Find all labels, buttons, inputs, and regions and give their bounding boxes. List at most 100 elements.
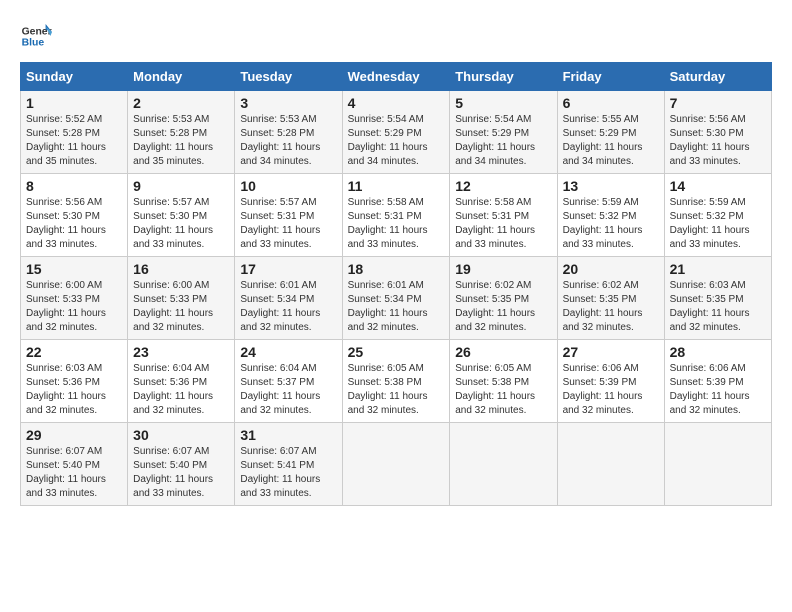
calendar-cell: 4 Sunrise: 5:54 AM Sunset: 5:29 PM Dayli… (342, 91, 450, 174)
header-friday: Friday (557, 63, 664, 91)
day-info: Sunrise: 5:59 AM Sunset: 5:32 PM Dayligh… (670, 196, 766, 252)
day-number: 9 (133, 178, 229, 194)
week-row-1: 1 Sunrise: 5:52 AM Sunset: 5:28 PM Dayli… (21, 91, 772, 174)
day-number: 15 (26, 261, 122, 277)
day-info: Sunrise: 6:02 AM Sunset: 5:35 PM Dayligh… (563, 279, 659, 335)
day-number: 27 (563, 344, 659, 360)
day-number: 1 (26, 95, 122, 111)
day-number: 12 (455, 178, 551, 194)
day-number: 29 (26, 427, 122, 443)
day-info: Sunrise: 6:03 AM Sunset: 5:36 PM Dayligh… (26, 362, 122, 418)
day-number: 19 (455, 261, 551, 277)
week-row-2: 8 Sunrise: 5:56 AM Sunset: 5:30 PM Dayli… (21, 174, 772, 257)
day-info: Sunrise: 5:52 AM Sunset: 5:28 PM Dayligh… (26, 113, 122, 169)
calendar-cell: 29 Sunrise: 6:07 AM Sunset: 5:40 PM Dayl… (21, 423, 128, 506)
day-number: 16 (133, 261, 229, 277)
calendar-cell (557, 423, 664, 506)
day-info: Sunrise: 6:06 AM Sunset: 5:39 PM Dayligh… (670, 362, 766, 418)
calendar-cell: 13 Sunrise: 5:59 AM Sunset: 5:32 PM Dayl… (557, 174, 664, 257)
day-number: 24 (240, 344, 336, 360)
svg-text:Blue: Blue (22, 38, 45, 49)
calendar-cell (342, 423, 450, 506)
day-info: Sunrise: 5:54 AM Sunset: 5:29 PM Dayligh… (455, 113, 551, 169)
calendar-cell: 18 Sunrise: 6:01 AM Sunset: 5:34 PM Dayl… (342, 257, 450, 340)
day-info: Sunrise: 6:07 AM Sunset: 5:41 PM Dayligh… (240, 445, 336, 501)
day-info: Sunrise: 5:56 AM Sunset: 5:30 PM Dayligh… (26, 196, 122, 252)
week-row-3: 15 Sunrise: 6:00 AM Sunset: 5:33 PM Dayl… (21, 257, 772, 340)
logo: General Blue (20, 20, 56, 52)
day-number: 17 (240, 261, 336, 277)
day-info: Sunrise: 5:55 AM Sunset: 5:29 PM Dayligh… (563, 113, 659, 169)
day-info: Sunrise: 5:57 AM Sunset: 5:30 PM Dayligh… (133, 196, 229, 252)
day-number: 28 (670, 344, 766, 360)
day-info: Sunrise: 5:59 AM Sunset: 5:32 PM Dayligh… (563, 196, 659, 252)
calendar-cell: 28 Sunrise: 6:06 AM Sunset: 5:39 PM Dayl… (664, 340, 771, 423)
day-info: Sunrise: 5:58 AM Sunset: 5:31 PM Dayligh… (455, 196, 551, 252)
day-info: Sunrise: 6:02 AM Sunset: 5:35 PM Dayligh… (455, 279, 551, 335)
day-number: 30 (133, 427, 229, 443)
day-number: 31 (240, 427, 336, 443)
calendar-cell: 9 Sunrise: 5:57 AM Sunset: 5:30 PM Dayli… (128, 174, 235, 257)
calendar-cell: 14 Sunrise: 5:59 AM Sunset: 5:32 PM Dayl… (664, 174, 771, 257)
calendar-cell: 1 Sunrise: 5:52 AM Sunset: 5:28 PM Dayli… (21, 91, 128, 174)
calendar-cell: 2 Sunrise: 5:53 AM Sunset: 5:28 PM Dayli… (128, 91, 235, 174)
day-info: Sunrise: 6:00 AM Sunset: 5:33 PM Dayligh… (26, 279, 122, 335)
logo-icon: General Blue (20, 20, 52, 52)
day-number: 2 (133, 95, 229, 111)
week-row-5: 29 Sunrise: 6:07 AM Sunset: 5:40 PM Dayl… (21, 423, 772, 506)
day-number: 23 (133, 344, 229, 360)
day-number: 20 (563, 261, 659, 277)
calendar-cell: 12 Sunrise: 5:58 AM Sunset: 5:31 PM Dayl… (450, 174, 557, 257)
day-number: 14 (670, 178, 766, 194)
header-tuesday: Tuesday (235, 63, 342, 91)
day-number: 26 (455, 344, 551, 360)
day-info: Sunrise: 6:00 AM Sunset: 5:33 PM Dayligh… (133, 279, 229, 335)
day-info: Sunrise: 5:56 AM Sunset: 5:30 PM Dayligh… (670, 113, 766, 169)
calendar-cell: 25 Sunrise: 6:05 AM Sunset: 5:38 PM Dayl… (342, 340, 450, 423)
day-number: 3 (240, 95, 336, 111)
calendar-cell: 8 Sunrise: 5:56 AM Sunset: 5:30 PM Dayli… (21, 174, 128, 257)
day-info: Sunrise: 6:05 AM Sunset: 5:38 PM Dayligh… (348, 362, 445, 418)
calendar-cell: 19 Sunrise: 6:02 AM Sunset: 5:35 PM Dayl… (450, 257, 557, 340)
day-info: Sunrise: 5:57 AM Sunset: 5:31 PM Dayligh… (240, 196, 336, 252)
calendar-cell: 27 Sunrise: 6:06 AM Sunset: 5:39 PM Dayl… (557, 340, 664, 423)
calendar-cell: 3 Sunrise: 5:53 AM Sunset: 5:28 PM Dayli… (235, 91, 342, 174)
day-number: 7 (670, 95, 766, 111)
calendar-cell: 21 Sunrise: 6:03 AM Sunset: 5:35 PM Dayl… (664, 257, 771, 340)
calendar-cell: 5 Sunrise: 5:54 AM Sunset: 5:29 PM Dayli… (450, 91, 557, 174)
header-saturday: Saturday (664, 63, 771, 91)
day-info: Sunrise: 6:03 AM Sunset: 5:35 PM Dayligh… (670, 279, 766, 335)
calendar-cell (450, 423, 557, 506)
day-number: 25 (348, 344, 445, 360)
day-number: 10 (240, 178, 336, 194)
calendar-cell: 16 Sunrise: 6:00 AM Sunset: 5:33 PM Dayl… (128, 257, 235, 340)
page-header: General Blue (20, 20, 772, 52)
day-info: Sunrise: 6:06 AM Sunset: 5:39 PM Dayligh… (563, 362, 659, 418)
calendar-cell (664, 423, 771, 506)
day-number: 21 (670, 261, 766, 277)
header-sunday: Sunday (21, 63, 128, 91)
day-number: 18 (348, 261, 445, 277)
day-info: Sunrise: 6:04 AM Sunset: 5:36 PM Dayligh… (133, 362, 229, 418)
calendar-cell: 31 Sunrise: 6:07 AM Sunset: 5:41 PM Dayl… (235, 423, 342, 506)
calendar-cell: 10 Sunrise: 5:57 AM Sunset: 5:31 PM Dayl… (235, 174, 342, 257)
calendar-cell: 22 Sunrise: 6:03 AM Sunset: 5:36 PM Dayl… (21, 340, 128, 423)
header-wednesday: Wednesday (342, 63, 450, 91)
day-number: 22 (26, 344, 122, 360)
calendar-header-row: SundayMondayTuesdayWednesdayThursdayFrid… (21, 63, 772, 91)
calendar-body: 1 Sunrise: 5:52 AM Sunset: 5:28 PM Dayli… (21, 91, 772, 506)
calendar-cell: 20 Sunrise: 6:02 AM Sunset: 5:35 PM Dayl… (557, 257, 664, 340)
calendar-table: SundayMondayTuesdayWednesdayThursdayFrid… (20, 62, 772, 506)
day-info: Sunrise: 5:54 AM Sunset: 5:29 PM Dayligh… (348, 113, 445, 169)
day-info: Sunrise: 6:01 AM Sunset: 5:34 PM Dayligh… (348, 279, 445, 335)
day-number: 11 (348, 178, 445, 194)
day-info: Sunrise: 6:07 AM Sunset: 5:40 PM Dayligh… (133, 445, 229, 501)
calendar-cell: 15 Sunrise: 6:00 AM Sunset: 5:33 PM Dayl… (21, 257, 128, 340)
day-info: Sunrise: 6:07 AM Sunset: 5:40 PM Dayligh… (26, 445, 122, 501)
day-info: Sunrise: 5:53 AM Sunset: 5:28 PM Dayligh… (240, 113, 336, 169)
calendar-cell: 17 Sunrise: 6:01 AM Sunset: 5:34 PM Dayl… (235, 257, 342, 340)
calendar-cell: 7 Sunrise: 5:56 AM Sunset: 5:30 PM Dayli… (664, 91, 771, 174)
calendar-cell: 6 Sunrise: 5:55 AM Sunset: 5:29 PM Dayli… (557, 91, 664, 174)
day-info: Sunrise: 6:05 AM Sunset: 5:38 PM Dayligh… (455, 362, 551, 418)
calendar-cell: 26 Sunrise: 6:05 AM Sunset: 5:38 PM Dayl… (450, 340, 557, 423)
